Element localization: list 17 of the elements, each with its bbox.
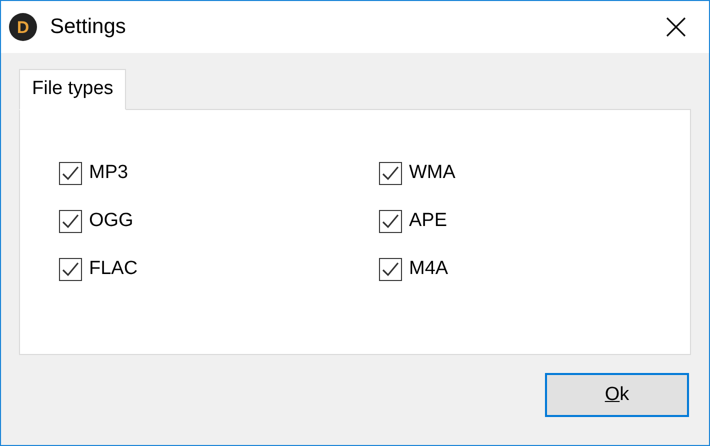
checkbox-label: WMA bbox=[409, 160, 456, 185]
tab[interactable]: File types bbox=[19, 69, 126, 110]
checkbox-label: FLAC bbox=[89, 256, 138, 281]
checkbox-label: M4A bbox=[409, 256, 448, 281]
checkbox[interactable] bbox=[379, 258, 402, 280]
checkbox-label: MP3 bbox=[89, 160, 128, 185]
checkbox[interactable] bbox=[379, 210, 402, 232]
checkbox-label: APE bbox=[409, 208, 448, 233]
checkbox[interactable] bbox=[59, 162, 82, 184]
ok-button[interactable]: Ok bbox=[545, 373, 689, 417]
app-icon: D bbox=[9, 13, 37, 41]
checkbox[interactable] bbox=[59, 210, 82, 232]
checkbox[interactable] bbox=[59, 258, 82, 280]
window-title: Settings bbox=[50, 14, 126, 40]
checkbox-label: OGG bbox=[89, 208, 134, 233]
close-icon bbox=[666, 17, 686, 37]
checkbox[interactable] bbox=[379, 162, 402, 184]
